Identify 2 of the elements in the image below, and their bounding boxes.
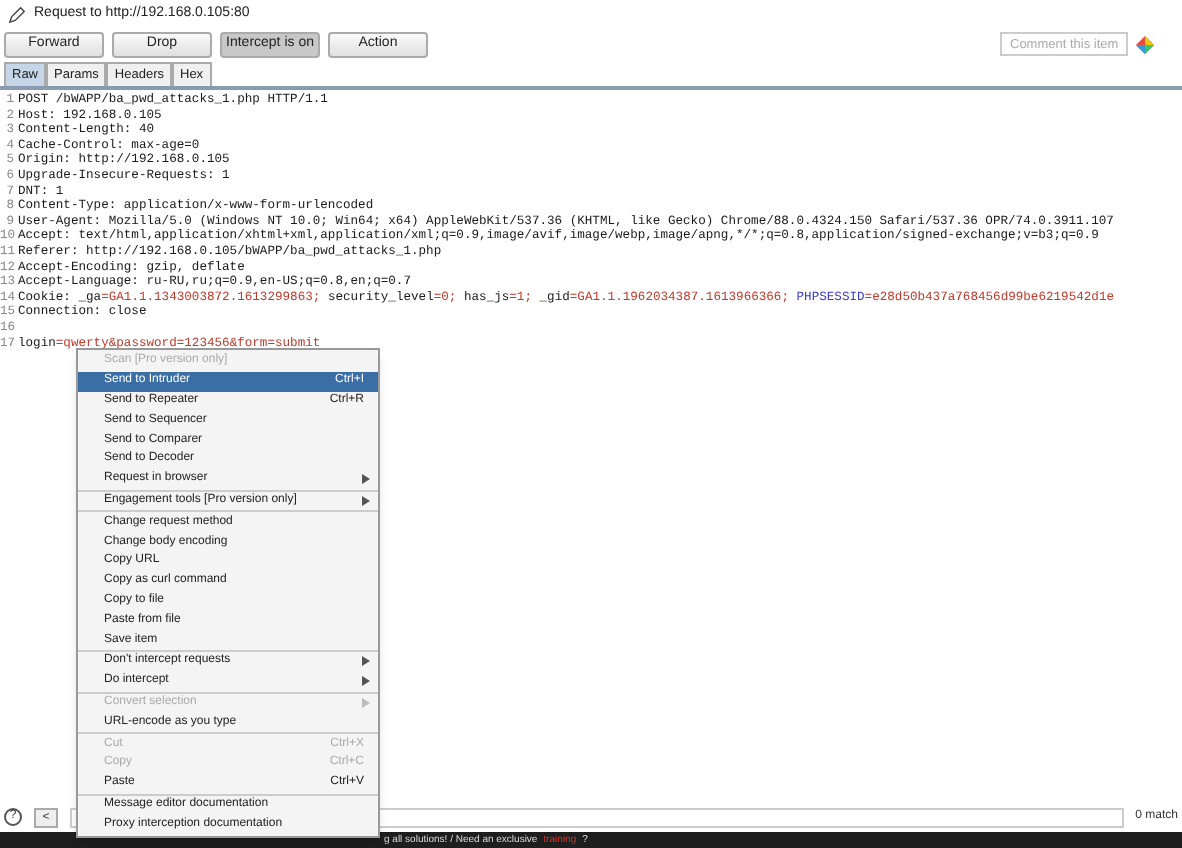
color-highlight-icon[interactable]: [1136, 35, 1154, 53]
pencil-icon: [8, 5, 26, 23]
